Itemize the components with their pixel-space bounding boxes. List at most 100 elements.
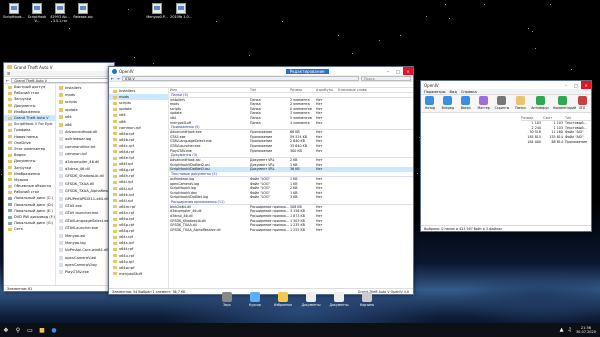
explorer-taskbar-icon[interactable]: ■ <box>36 323 48 337</box>
back-arrow-icon[interactable]: ← <box>6 78 9 83</box>
explorer-left-path[interactable]: Grand Theft Auto V <box>11 78 112 83</box>
column-header[interactable]: Размер <box>521 116 543 120</box>
column-header[interactable]: Ключевые слова <box>337 88 377 92</box>
minimize-button[interactable]: – <box>561 81 571 89</box>
file-row[interactable]: menyooStuff Папка 4 элемента Нет <box>169 121 413 126</box>
file-row[interactable]: GFSDK_TXAA_AlphaResolve.dll <box>56 187 114 194</box>
toolbar-button[interactable]: Папки <box>513 96 527 110</box>
search-icon[interactable]: ⚲ <box>12 323 24 337</box>
file-row[interactable]: Menyoo.asi <box>56 232 114 239</box>
file-row[interactable]: asifriedwar.log <box>56 136 114 143</box>
desktop-file-icon[interactable]: Menyoo0.P... <box>146 3 168 19</box>
minimize-button[interactable]: – <box>383 67 393 75</box>
menu-tab[interactable]: Вид <box>450 90 457 94</box>
desktop-file-icon[interactable]: 42993 Ab... 3.5.1.rar <box>49 3 71 23</box>
task-view-icon[interactable]: ▭ <box>24 323 36 337</box>
dock-item[interactable]: Корзина <box>356 292 378 307</box>
back-arrow-icon[interactable]: ← <box>111 76 114 81</box>
folder-icon <box>8 191 12 194</box>
openiv-tab-edit[interactable]: Редактирование <box>286 69 329 74</box>
file-row[interactable]: d3dcsx_46.dll <box>56 165 114 172</box>
network-icon[interactable]: ▲ <box>560 327 564 333</box>
archive-row[interactable]: 184 000 68 814 Приложение <box>521 140 591 145</box>
file-row[interactable]: scripts <box>56 99 114 106</box>
dock-item[interactable]: Документы <box>328 292 350 307</box>
tree-item[interactable]: menyooStuff <box>109 271 168 277</box>
openiv-taskbar-icon[interactable]: ● <box>48 323 60 337</box>
toolbar-button[interactable]: Скрипты <box>495 96 510 110</box>
toolbar-button[interactable]: Мастер <box>477 96 491 110</box>
clock[interactable]: 21:36 30.07.2020 <box>576 326 596 334</box>
openiv-search-input[interactable]: Поиск <box>361 76 411 81</box>
desktop-file-icon[interactable]: ScriptHook... <box>3 3 25 19</box>
file-row[interactable]: x86 <box>56 121 114 128</box>
file-row[interactable]: Menyoo.log <box>56 239 114 246</box>
file-row[interactable]: x64 <box>56 114 114 121</box>
desktop-file-icon[interactable]: Release.zip <box>72 3 94 19</box>
volume-icon[interactable]: ♫ <box>567 327 571 333</box>
file-row[interactable]: PlayGTAV.exe Приложение 300 KB Нет <box>169 149 413 154</box>
file-row[interactable]: d3dcompiler_46.dll <box>56 158 114 165</box>
column-header[interactable]: Размер <box>289 88 315 92</box>
dock-item[interactable]: Звук <box>216 292 238 307</box>
forward-arrow-icon[interactable]: → <box>116 76 119 81</box>
menu-tab[interactable]: Справка <box>461 90 477 94</box>
openiv-path[interactable]: GTA V <box>122 76 359 81</box>
file-row[interactable]: GTA5 launcher.exe <box>56 210 114 217</box>
file-row[interactable]: NvPmApi.Core.win64.dll <box>56 247 114 254</box>
toolbar-button[interactable]: Вперед <box>441 96 455 110</box>
file-row[interactable]: commandline.txt <box>56 143 114 150</box>
explorer-left-files: installers mods scripts update x64 x86 Advance… <box>56 84 114 285</box>
column-header[interactable]: Тип <box>565 116 591 120</box>
drive-icon <box>8 222 12 225</box>
maximize-button[interactable]: □ <box>393 67 403 75</box>
folder-icon <box>113 272 117 275</box>
file-row[interactable]: GFSDK_ShadowLib.dll <box>56 173 114 180</box>
tree-item-label: x64i.rpf <box>119 179 133 185</box>
file-row[interactable]: common.rpf <box>56 151 114 158</box>
menu-tab[interactable]: Параметры <box>424 90 446 94</box>
file-row[interactable]: openCameraV.asi <box>56 254 114 261</box>
file-row[interactable]: GTAVLanguageSelect.exe <box>56 217 114 224</box>
ribbon-file-tab[interactable]: ☰ <box>7 72 10 76</box>
dock-item[interactable]: Курсор <box>244 292 266 307</box>
close-button[interactable]: ✕ <box>581 81 591 89</box>
desktop-file-icon[interactable]: ScriptHook V... <box>26 3 48 23</box>
folder-icon <box>8 166 12 169</box>
column-header[interactable]: Тип <box>249 88 289 92</box>
windows-start-icon[interactable]: ❖ <box>0 323 12 337</box>
file-row[interactable]: GFSDK_TXAA_AlphaResolve.dll Расширение пр… <box>169 228 413 233</box>
file-row[interactable]: GTA5.exe <box>56 202 114 209</box>
toolbar-button[interactable]: Назад <box>423 96 437 110</box>
tree-item-label: x64 <box>119 112 126 118</box>
file-row[interactable]: GPUPerfAPIDX11-x64.dll <box>56 195 114 202</box>
dock-item[interactable]: Документы <box>300 292 322 307</box>
column-header[interactable]: Имя <box>169 88 249 92</box>
nav-item[interactable]: Сеть <box>4 226 55 232</box>
cell <box>337 195 377 200</box>
file-row[interactable]: mods <box>56 91 114 98</box>
toolbar-button[interactable]: SFX <box>575 96 589 110</box>
file-row[interactable]: update <box>56 106 114 113</box>
cell: Нет <box>315 149 337 154</box>
file-row[interactable]: GTAVLauncher.exe <box>56 224 114 231</box>
openiv-titlebar: OpenIV Редактирование – □ ✕ <box>109 67 413 75</box>
column-header[interactable]: Сжат <box>543 116 565 120</box>
file-row[interactable]: installers <box>56 84 114 91</box>
toolbar-button[interactable]: Комментарий <box>553 96 571 110</box>
file-row[interactable]: PlayGTAV.exe <box>56 269 114 276</box>
folder-icon <box>113 248 117 251</box>
toolbar-button[interactable]: Вверх <box>459 96 473 110</box>
file-row[interactable]: openCameraV.log <box>56 261 114 268</box>
dock-item[interactable]: Избранное <box>272 292 294 307</box>
maximize-button[interactable]: □ <box>571 81 581 89</box>
star <box>134 57 135 58</box>
desktop-file-icon[interactable]: 2010fb 1.0... <box>170 3 192 19</box>
file-row[interactable]: GFSDK_TXAA.dll <box>56 180 114 187</box>
nav-item-label: Этот компьютер <box>14 146 45 152</box>
column-header[interactable]: Атрибуты <box>315 88 337 92</box>
close-button[interactable]: ✕ <box>403 67 413 75</box>
tool-icon <box>578 96 587 105</box>
file-row[interactable]: AdvancedHook.dll <box>56 128 114 135</box>
toolbar-button[interactable]: Антивирус <box>531 96 549 110</box>
